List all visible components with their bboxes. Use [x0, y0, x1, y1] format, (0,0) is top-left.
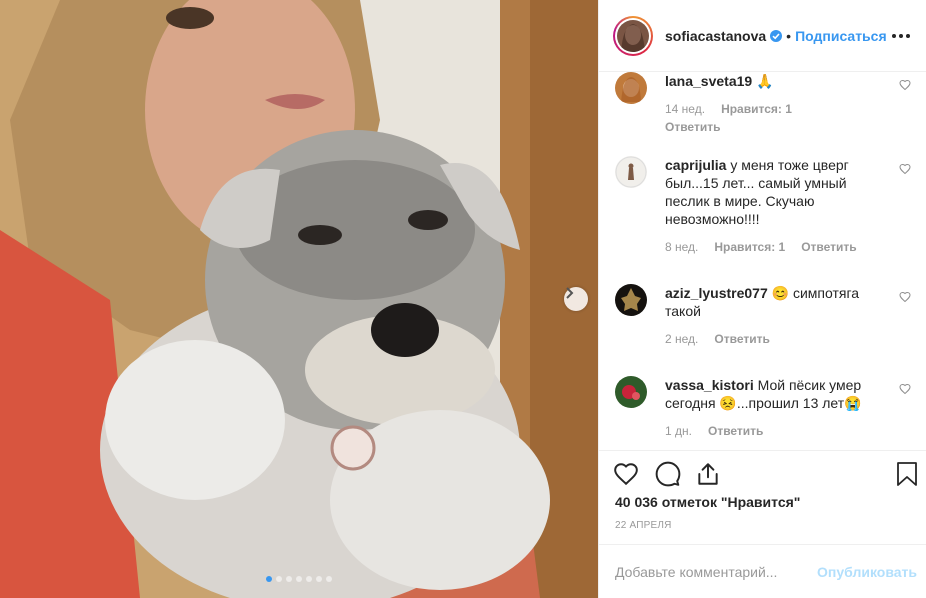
comment-meta: 1 дн. Ответить [665, 424, 911, 438]
reply-button[interactable]: Ответить [708, 424, 763, 438]
verified-badge-icon [770, 29, 783, 42]
header-separator: • [786, 27, 792, 44]
carousel-dot [286, 576, 292, 582]
comment-text: aziz_lyustre077 😊 симпотяга такой [665, 284, 911, 320]
likes-count[interactable]: 40 036 отметок "Нравится" [615, 494, 800, 510]
comment-time[interactable]: 14 нед. [665, 102, 705, 116]
comment-avatar[interactable] [615, 376, 647, 408]
comment-text: vassa_kistori Мой пёсик умер сегодня 😣..… [665, 376, 911, 412]
post-photo[interactable] [0, 0, 598, 598]
comment-avatar[interactable] [615, 284, 647, 316]
comment-time[interactable]: 1 дн. [665, 424, 692, 438]
heart-icon[interactable] [899, 382, 911, 400]
carousel-dot [276, 576, 282, 582]
post-date[interactable]: 22 АПРЕЛЯ [615, 520, 672, 531]
reply-button[interactable]: Ответить [665, 120, 720, 134]
author-username[interactable]: sofiacastanova [665, 28, 766, 44]
author-avatar[interactable] [613, 15, 653, 56]
reply-button[interactable]: Ответить [801, 240, 856, 254]
heart-icon[interactable] [899, 162, 911, 180]
heart-icon[interactable] [899, 78, 911, 96]
post-side-panel: sofiacastanova • Подписаться lana_sveta1… [598, 0, 926, 598]
carousel-dot [326, 576, 332, 582]
add-comment-bar: Опубликовать [599, 544, 926, 598]
carousel-dot [296, 576, 302, 582]
comment-username[interactable]: lana_sveta19 [665, 73, 752, 89]
comment-meta: 14 нед. Нравится: 1 [665, 102, 911, 116]
comment-item: caprijulia у меня тоже цверг был...15 ле… [615, 156, 911, 254]
next-photo-button[interactable] [564, 287, 588, 311]
comment-text: lana_sveta19 🙏 [665, 72, 911, 90]
carousel-dot [316, 576, 322, 582]
more-options-icon[interactable] [892, 33, 910, 38]
author-avatar-image [617, 19, 649, 52]
comment-meta: 2 нед. Ответить [665, 332, 911, 346]
carousel-dot [266, 576, 272, 582]
carousel-dot [306, 576, 312, 582]
comment-username[interactable]: caprijulia [665, 157, 726, 173]
comment-likes[interactable]: Нравится: 1 [721, 102, 792, 116]
comment-icon[interactable] [655, 461, 681, 492]
heart-icon[interactable] [899, 290, 911, 308]
comment-meta: 8 нед. Нравится: 1 Ответить [665, 240, 911, 254]
comment-username[interactable]: vassa_kistori [665, 377, 754, 393]
comment-item: vassa_kistori Мой пёсик умер сегодня 😣..… [615, 376, 911, 438]
comment-item: lana_sveta19 🙏 14 нед. Нравится: 1 Ответ… [615, 72, 911, 134]
publish-button[interactable]: Опубликовать [817, 564, 917, 580]
post-actions [599, 450, 926, 490]
comment-avatar[interactable] [615, 156, 647, 188]
photo-illustration [0, 0, 598, 598]
comment-username[interactable]: aziz_lyustre077 [665, 285, 768, 301]
comment-time[interactable]: 8 нед. [665, 240, 698, 254]
comment-avatar[interactable] [615, 72, 647, 104]
comment-text: caprijulia у меня тоже цверг был...15 ле… [665, 156, 911, 228]
comment-content: 🙏 [752, 73, 774, 89]
chevron-right-icon [566, 287, 574, 299]
comment-time[interactable]: 2 нед. [665, 332, 698, 346]
comment-likes[interactable]: Нравится: 1 [714, 240, 785, 254]
reply-button[interactable]: Ответить [714, 332, 769, 346]
share-icon[interactable] [695, 461, 721, 492]
comments-list: lana_sveta19 🙏 14 нед. Нравится: 1 Ответ… [599, 72, 926, 450]
comment-item: aziz_lyustre077 😊 симпотяга такой 2 нед.… [615, 284, 911, 346]
follow-button[interactable]: Подписаться [795, 28, 887, 44]
bookmark-icon[interactable] [895, 461, 919, 492]
heart-icon[interactable] [613, 461, 639, 492]
comment-input[interactable] [615, 563, 818, 580]
carousel-indicator [0, 576, 598, 582]
post-header: sofiacastanova • Подписаться [599, 0, 926, 72]
